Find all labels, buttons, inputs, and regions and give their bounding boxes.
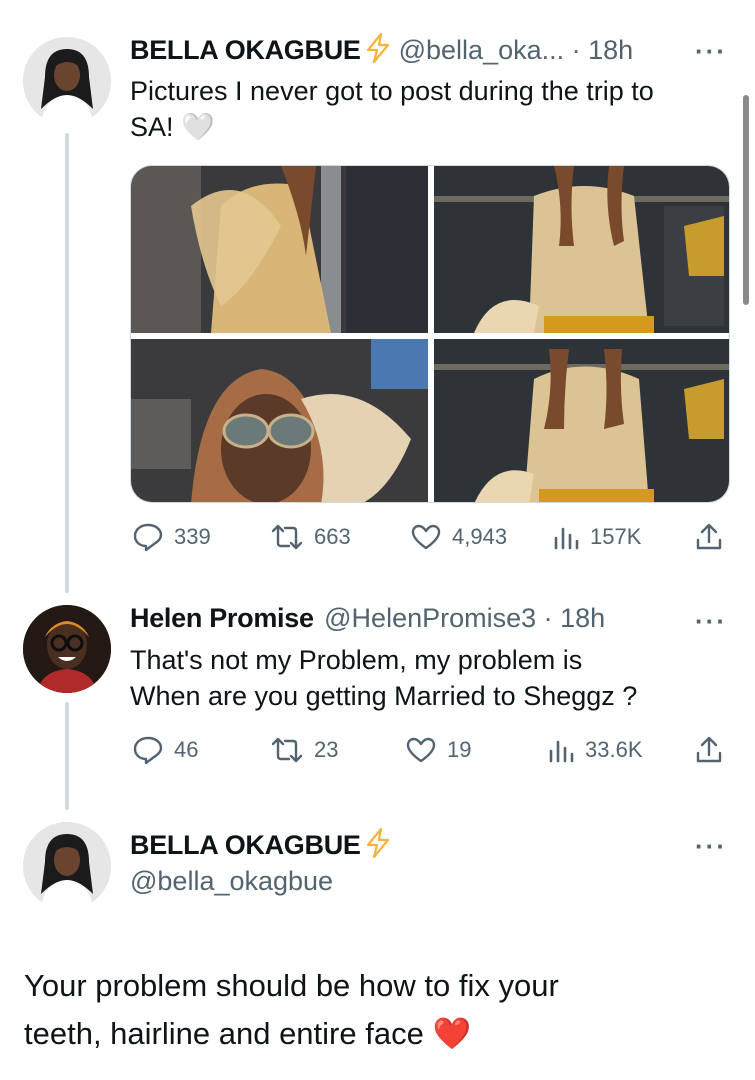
avatar-helen[interactable] bbox=[23, 605, 111, 693]
like-button[interactable]: 19 bbox=[405, 733, 471, 767]
retweet-icon bbox=[271, 524, 303, 550]
reply-icon bbox=[133, 736, 163, 765]
reply-count: 339 bbox=[174, 524, 211, 549]
retweet-icon bbox=[271, 737, 303, 763]
share-button[interactable] bbox=[694, 733, 734, 767]
tweet-text-line: SA! bbox=[130, 112, 174, 142]
retweet-count: 663 bbox=[314, 524, 351, 549]
heart-icon bbox=[406, 737, 436, 763]
views-count: 33.6K bbox=[585, 737, 643, 762]
scrollbar[interactable] bbox=[743, 95, 749, 305]
retweet-button[interactable]: 23 bbox=[270, 733, 338, 767]
tweet-text: Your problem should be how to fix your t… bbox=[24, 962, 559, 1058]
like-count: 4,943 bbox=[452, 524, 508, 549]
share-icon bbox=[696, 736, 722, 763]
retweet-count: 23 bbox=[314, 737, 339, 762]
red-heart-emoji: ❤️ bbox=[432, 1016, 472, 1051]
views-icon bbox=[549, 740, 574, 763]
tweet-text-line: Your problem should be how to fix your bbox=[24, 968, 559, 1003]
reply-count: 46 bbox=[174, 737, 199, 762]
tweet-text: Pictures I never got to post during the … bbox=[130, 73, 654, 145]
more-options-icon[interactable]: ··· bbox=[695, 831, 727, 862]
photo-3[interactable] bbox=[131, 339, 428, 502]
tweet-text-line: Pictures I never got to post during the … bbox=[130, 76, 654, 106]
reply-icon bbox=[133, 523, 163, 552]
more-options-icon[interactable]: ··· bbox=[695, 36, 727, 67]
reply-button[interactable]: 339 bbox=[132, 520, 211, 554]
tweet-text-line: That's not my Problem, my problem is bbox=[130, 645, 583, 675]
author-name[interactable]: Helen Promise bbox=[130, 603, 314, 633]
more-options-icon[interactable]: ··· bbox=[695, 606, 727, 637]
tweet-actions: 339 663 4,943 157K bbox=[132, 520, 732, 554]
white-heart-emoji: 🤍 bbox=[181, 112, 215, 142]
avatar-bella[interactable] bbox=[23, 822, 111, 910]
author-name[interactable]: BELLA OKAGBUE bbox=[130, 830, 361, 861]
like-count: 19 bbox=[447, 737, 472, 762]
tweet-text-line: When are you getting Married to Sheggz ? bbox=[130, 681, 638, 711]
verified-bolt-icon bbox=[365, 827, 391, 863]
reply-button[interactable]: 46 bbox=[132, 733, 198, 767]
author-handle-time[interactable]: @HelenPromise3 · 18h bbox=[324, 603, 605, 633]
photo-4[interactable] bbox=[434, 339, 729, 502]
views-button[interactable]: 157K bbox=[552, 520, 641, 554]
thread-line bbox=[65, 702, 69, 810]
author-name[interactable]: BELLA OKAGBUE bbox=[130, 35, 361, 66]
tweet-text-line: teeth, hairline and entire face bbox=[24, 1016, 424, 1051]
tweet-text: That's not my Problem, my problem is Whe… bbox=[130, 642, 637, 714]
retweet-button[interactable]: 663 bbox=[270, 520, 351, 554]
tweet-actions: 46 23 19 33.6K bbox=[132, 733, 732, 767]
heart-icon bbox=[411, 524, 441, 550]
author-handle-time[interactable]: @bella_oka... · 18h bbox=[399, 35, 634, 66]
photo-2[interactable] bbox=[434, 166, 729, 333]
verified-bolt-icon bbox=[365, 32, 391, 68]
thread-line bbox=[65, 133, 69, 593]
share-icon bbox=[696, 523, 722, 550]
views-icon bbox=[554, 527, 579, 550]
like-button[interactable]: 4,943 bbox=[410, 520, 507, 554]
photo-1[interactable] bbox=[131, 166, 428, 333]
views-count: 157K bbox=[590, 524, 642, 549]
author-handle[interactable]: @bella_okagbue bbox=[130, 866, 333, 897]
share-button[interactable] bbox=[694, 520, 734, 554]
avatar-bella[interactable] bbox=[23, 37, 111, 125]
media-grid[interactable] bbox=[130, 165, 730, 503]
views-button[interactable]: 33.6K bbox=[547, 733, 643, 767]
